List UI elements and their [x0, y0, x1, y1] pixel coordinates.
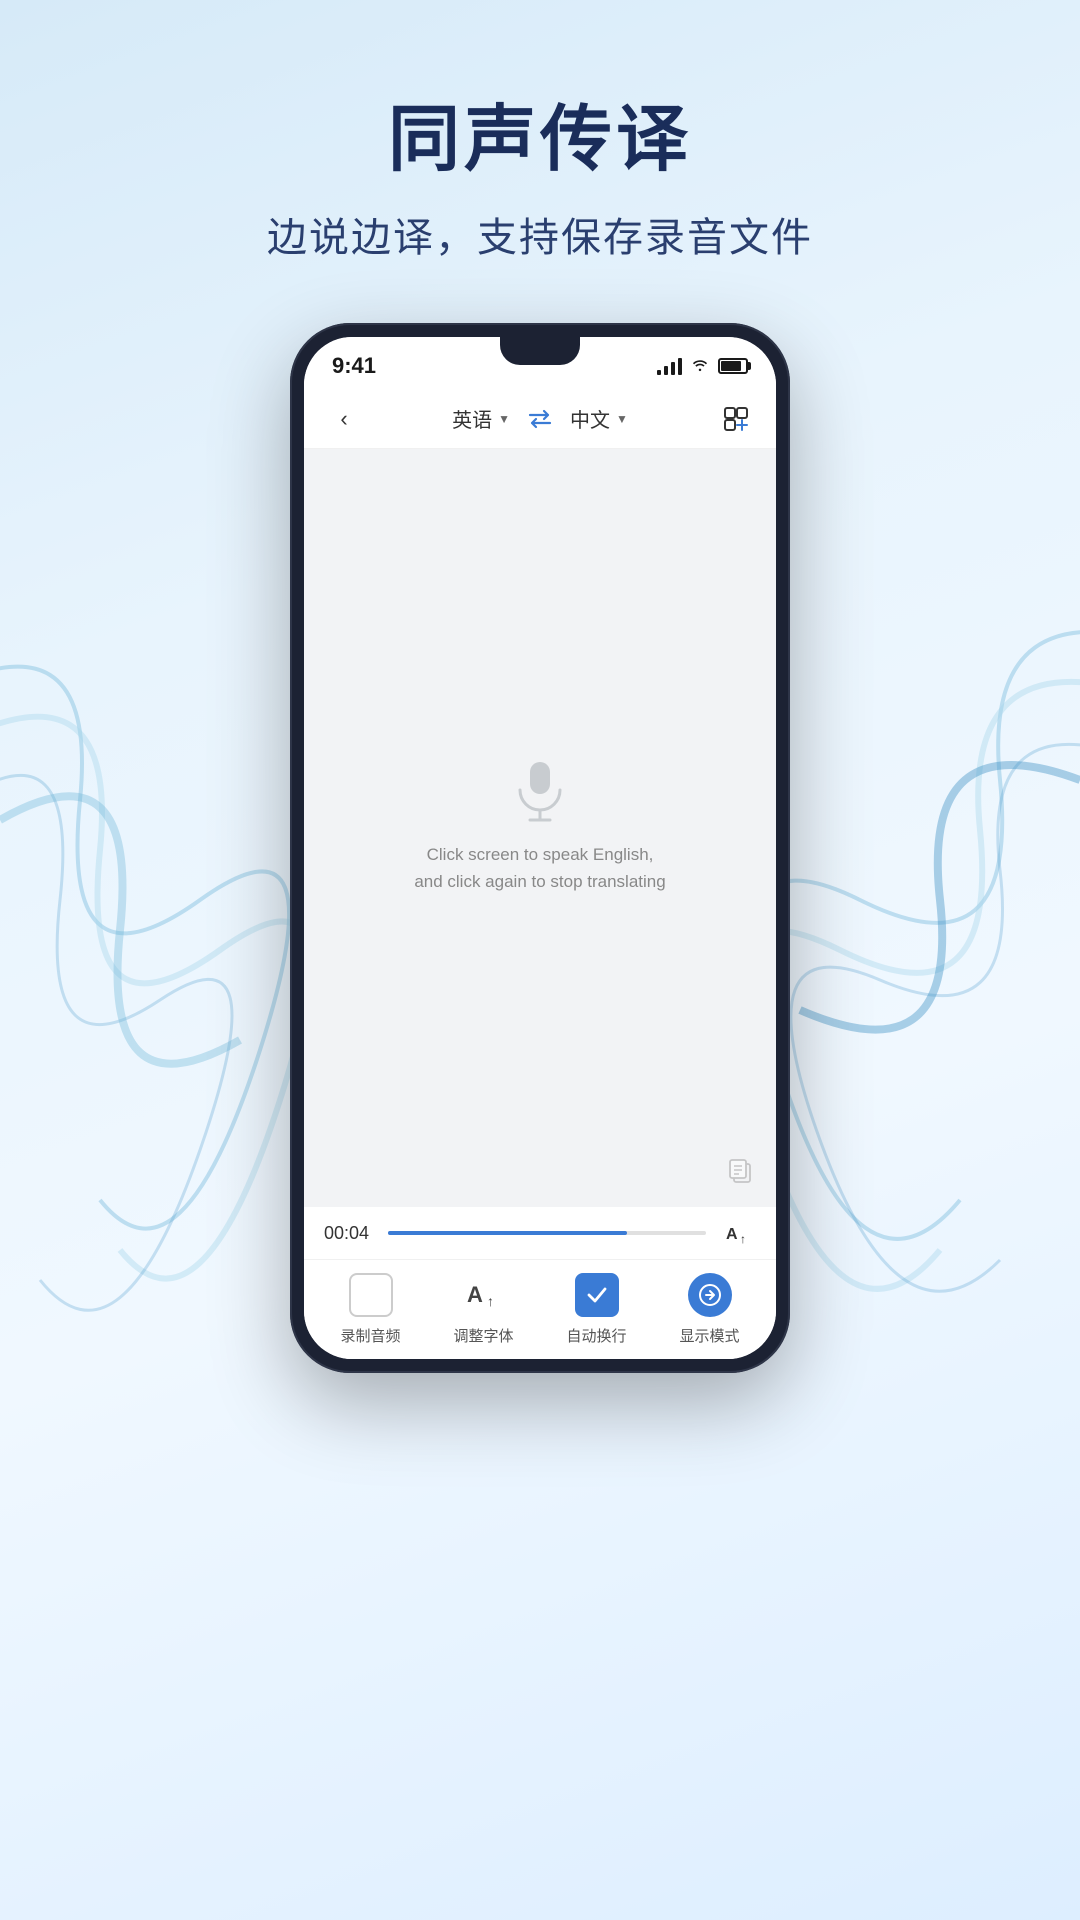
svg-text:A: A: [467, 1282, 483, 1307]
toolbar-item-auto-wrap[interactable]: 自动换行: [552, 1273, 642, 1346]
source-lang-arrow-icon: ▼: [498, 412, 510, 426]
phone-screen: 9:41: [304, 337, 776, 1359]
microphone-icon: [510, 761, 570, 821]
adjust-font-label: 调整字体: [453, 1325, 513, 1346]
mic-container: Click screen to speak English, and click…: [414, 761, 665, 895]
auto-wrap-checkbox: [575, 1273, 619, 1317]
progress-time: 00:04: [324, 1223, 374, 1244]
status-time: 9:41: [332, 353, 376, 379]
toolbar-item-adjust-font[interactable]: A ↑ 调整字体: [439, 1273, 529, 1346]
copy-icon: [727, 1157, 753, 1185]
swap-language-button[interactable]: [526, 409, 554, 429]
status-icons: [657, 356, 748, 377]
auto-wrap-label: 自动换行: [566, 1325, 626, 1346]
page-title: 同声传译: [0, 80, 1080, 185]
display-mode-icon: [697, 1282, 723, 1308]
mic-hint: Click screen to speak English, and click…: [414, 841, 665, 895]
swap-icon: [526, 409, 554, 429]
svg-text:↑: ↑: [740, 1232, 746, 1246]
battery-icon: [718, 358, 748, 374]
progress-area: 00:04 A ↑: [304, 1207, 776, 1259]
font-size-icon: A ↑: [724, 1219, 752, 1247]
display-mode-label: 显示模式: [679, 1325, 739, 1346]
progress-bar[interactable]: [388, 1231, 706, 1235]
source-language-button[interactable]: 英语 ▼: [452, 404, 510, 433]
phone-frame: 9:41: [290, 323, 790, 1373]
toolbar-item-record-audio[interactable]: 录制音频: [326, 1273, 416, 1346]
copy-button[interactable]: [722, 1153, 758, 1189]
adjust-font-icon: A ↑: [465, 1276, 503, 1314]
target-lang-label: 中文: [570, 404, 610, 433]
translation-area[interactable]: Click screen to speak English, and click…: [304, 449, 776, 1207]
back-icon: ‹: [340, 406, 347, 432]
record-audio-checkbox: [349, 1273, 393, 1317]
source-lang-label: 英语: [452, 404, 492, 433]
screen-layout-icon: [723, 406, 749, 432]
page-subtitle: 边说边译，支持保存录音文件: [0, 205, 1080, 263]
bottom-toolbar: 录制音频 A ↑ 调整字体: [304, 1259, 776, 1359]
nav-action-button[interactable]: [716, 399, 756, 439]
font-size-button[interactable]: A ↑: [720, 1215, 756, 1251]
target-language-button[interactable]: 中文 ▼: [570, 404, 628, 433]
toolbar-item-display-mode[interactable]: 显示模式: [665, 1273, 755, 1346]
signal-icon: [657, 357, 682, 375]
nav-bar: ‹ 英语 ▼ 中文 ▼: [304, 389, 776, 449]
language-selector: 英语 ▼ 中文 ▼: [364, 404, 716, 433]
target-lang-arrow-icon: ▼: [616, 412, 628, 426]
wifi-icon: [690, 356, 710, 377]
phone-notch: [500, 337, 580, 365]
display-mode-icon-wrapper: [688, 1273, 732, 1317]
adjust-font-icon-wrapper: A ↑: [462, 1273, 506, 1317]
svg-text:↑: ↑: [487, 1293, 494, 1309]
phone-mockup: 9:41: [0, 323, 1080, 1373]
progress-bar-fill: [388, 1231, 627, 1235]
back-button[interactable]: ‹: [324, 399, 364, 439]
record-audio-label: 录制音频: [340, 1325, 400, 1346]
checkmark-icon: [584, 1282, 610, 1308]
svg-text:A: A: [726, 1226, 738, 1243]
